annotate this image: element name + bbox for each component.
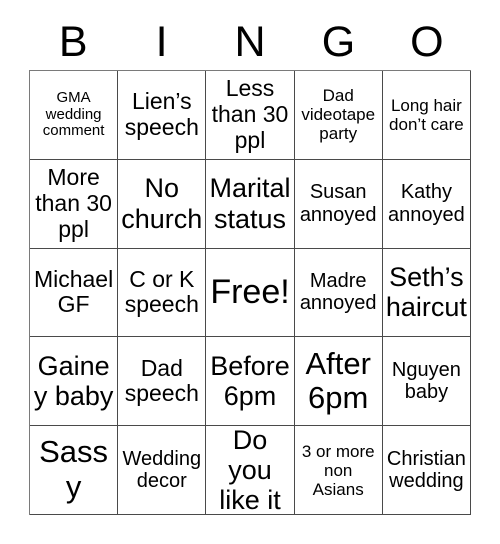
bingo-cell-label: Dad speech <box>124 354 199 407</box>
bingo-cell-r2c4[interactable]: Susan annoyed <box>294 159 383 249</box>
bingo-cell-label: Wedding decor <box>122 447 202 493</box>
bingo-cell-label: No church <box>121 173 203 234</box>
bingo-cell-label: Do you like it <box>219 426 281 515</box>
bingo-cell-label: Seth’s haircut <box>385 262 467 323</box>
bingo-cell-label: Madre annoyed <box>299 270 377 315</box>
bingo-cell-r1c3[interactable]: Less than 30 ppl <box>206 71 295 160</box>
bingo-cell-label: Michael GF <box>33 265 114 318</box>
bingo-cell-r5c3[interactable]: Do you like it <box>206 426 295 515</box>
bingo-header-letter-b: B <box>58 17 88 66</box>
bingo-cell-r1c4[interactable]: Dad videotape party <box>294 71 383 160</box>
bingo-cell-label: Susan annoyed <box>299 181 377 226</box>
bingo-card: B I N G O GMA wedding comment Lien’s spee… <box>0 0 500 544</box>
bingo-cell-r4c1[interactable]: Gainey baby <box>30 337 119 427</box>
bingo-grid: GMA wedding comment Lien’s speech Less tha… <box>29 70 471 515</box>
bingo-cell-r4c2[interactable]: Dad speech <box>118 337 207 427</box>
bingo-cell-label: C or K speech <box>124 265 199 318</box>
bingo-header-letter-n: N <box>234 17 266 66</box>
bingo-cell-r5c5[interactable]: Christian wedding <box>382 426 471 515</box>
bingo-cell-r5c4[interactable]: 3 or more non Asians <box>294 426 383 515</box>
bingo-cell-label: Marital status <box>209 173 291 234</box>
bingo-cell-r1c5[interactable]: Long hair don’t care <box>382 71 471 160</box>
bingo-cell-r1c1[interactable]: GMA wedding comment <box>30 71 119 160</box>
bingo-cell-r2c1[interactable]: More than 30 ppl <box>30 159 119 249</box>
bingo-cell-label: Less than 30 ppl <box>211 75 289 153</box>
bingo-cell-r3c3[interactable]: Free! <box>206 248 295 338</box>
bingo-cell-r4c4[interactable]: After 6pm <box>294 337 383 427</box>
bingo-cell-r3c4[interactable]: Madre annoyed <box>294 248 383 338</box>
bingo-cell-label: Long hair don’t care <box>389 95 464 134</box>
bingo-cell-r3c2[interactable]: C or K speech <box>118 248 207 338</box>
bingo-header-letter-i: I <box>155 17 168 66</box>
bingo-cell-r2c3[interactable]: Marital status <box>206 159 295 249</box>
bingo-cell-label: After 6pm <box>305 345 371 416</box>
bingo-cell-label: Gainey baby <box>33 351 114 412</box>
bingo-cell-label: Dad videotape party <box>301 86 376 144</box>
bingo-cell-label: Christian wedding <box>386 447 466 493</box>
bingo-cell-label: 3 or more non Asians <box>301 441 375 499</box>
bingo-cell-r5c1[interactable]: Sassy <box>30 426 119 515</box>
bingo-header-letter-g: G <box>321 17 356 66</box>
bingo-cell-label: Lien’s speech <box>124 88 199 140</box>
bingo-cell-r1c2[interactable]: Lien’s speech <box>118 71 207 160</box>
bingo-cell-label: GMA wedding comment <box>42 88 105 140</box>
bingo-cell-r2c2[interactable]: No church <box>118 159 207 249</box>
bingo-header-row: B I N G O <box>29 16 471 68</box>
bingo-cell-r3c5[interactable]: Seth’s haircut <box>382 248 471 338</box>
bingo-cell-label: More than 30 ppl <box>35 164 112 242</box>
bingo-cell-label: Sassy <box>39 434 109 505</box>
bingo-cell-r2c5[interactable]: Kathy annoyed <box>382 159 471 249</box>
bingo-cell-label: Before 6pm <box>210 351 290 412</box>
bingo-cell-label: Kathy annoyed <box>388 181 465 226</box>
bingo-cell-r4c3[interactable]: Before 6pm <box>206 337 295 427</box>
bingo-cell-label: Nguyen baby <box>391 358 461 404</box>
bingo-cell-r4c5[interactable]: Nguyen baby <box>382 337 471 427</box>
bingo-cell-label: Free! <box>210 273 290 312</box>
bingo-cell-r5c2[interactable]: Wedding decor <box>118 426 207 515</box>
bingo-header-letter-o: O <box>410 17 444 66</box>
bingo-cell-r3c1[interactable]: Michael GF <box>30 248 119 338</box>
